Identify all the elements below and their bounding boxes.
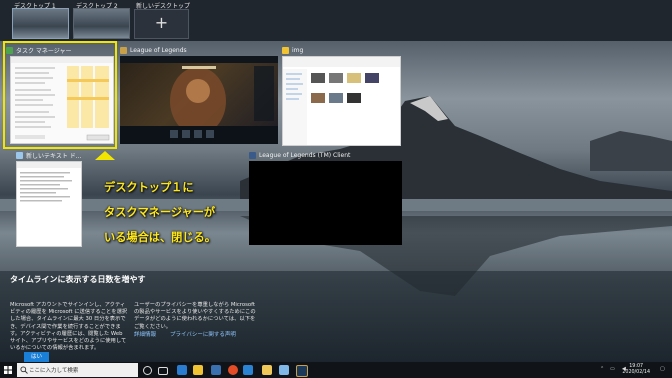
store-icon[interactable] <box>211 365 221 375</box>
notification-icon[interactable]: ▢ <box>660 366 665 372</box>
edge-icon[interactable] <box>177 365 187 375</box>
league-client-preview <box>249 161 402 245</box>
taskbar-search-box[interactable]: ここに入力して検索 <box>17 363 138 377</box>
folder-app-icon[interactable] <box>262 365 272 375</box>
notepad-icon <box>16 151 23 159</box>
arrow-up-icon <box>95 151 115 160</box>
notepad-content <box>17 162 81 202</box>
explorer-window[interactable]: img <box>282 45 401 146</box>
timeline-heading: タイムラインに表示する日数を増やす <box>10 275 146 284</box>
notepad-window[interactable]: 新しいテキスト ド... <box>16 150 82 247</box>
tray-chevron-icon[interactable]: ⌃ <box>600 366 604 372</box>
callout-line-1: デスクトップ１に <box>104 181 194 194</box>
task-view-icon[interactable] <box>158 367 168 375</box>
league-app-icon <box>120 46 127 54</box>
explorer-title: img <box>292 46 304 54</box>
chrome-icon[interactable] <box>228 365 238 375</box>
desktop-2-thumbnail[interactable] <box>73 8 130 39</box>
new-desktop-button[interactable]: + <box>134 9 189 39</box>
league-content <box>120 56 278 144</box>
task-manager-highlight <box>3 41 117 149</box>
notepad-taskbar-icon[interactable] <box>279 365 289 375</box>
clock-date: 2020/02/14 <box>622 370 650 375</box>
callout-line-2: タスクマネージャーが <box>104 206 216 219</box>
taskbar: ここに入力して検索 ⌃ ▭ ◀ 19:07 2020/02/14 ▢ <box>0 362 672 378</box>
search-icon <box>20 366 28 374</box>
learn-more-link[interactable]: 詳細情報 <box>134 330 156 338</box>
desktop-1-thumbnail[interactable] <box>12 8 69 39</box>
league-title: League of Legends <box>130 46 187 54</box>
folder-icon <box>282 46 289 54</box>
file-explorer-icon[interactable] <box>193 365 203 375</box>
desktop-switcher-bar: デスクトップ 1 デスクトップ 2 新しいデスクトップ + <box>0 0 672 41</box>
league-preview <box>120 56 278 144</box>
privacy-statement-link[interactable]: プライバシーに関する声明 <box>170 330 236 338</box>
league-client-title: League of Legends (TM) Client <box>259 151 351 159</box>
cortana-icon[interactable] <box>143 366 152 375</box>
explorer-content <box>283 57 400 145</box>
search-placeholder: ここに入力して検索 <box>29 368 79 374</box>
league-taskbar-icon[interactable] <box>296 365 308 377</box>
annotation-callout: デスクトップ１に タスクマネージャーが いる場合は、閉じる。 <box>104 175 246 250</box>
windows-start-icon[interactable] <box>0 362 16 378</box>
notepad-title: 新しいテキスト ド... <box>26 152 82 160</box>
league-client-window[interactable]: League of Legends (TM) Client <box>249 150 402 245</box>
network-icon[interactable]: ▭ <box>610 366 615 372</box>
notepad-preview <box>16 161 82 247</box>
timeline-body-left: Microsoft アカウントでサインインし、アクティビティの履歴を Micro… <box>10 302 128 352</box>
mail-icon[interactable] <box>243 365 253 375</box>
league-window[interactable]: League of Legends <box>120 45 278 145</box>
system-clock[interactable]: 19:07 2020/02/14 <box>622 364 650 376</box>
league-client-icon <box>249 151 256 159</box>
callout-line-3: いる場合は、閉じる。 <box>104 231 216 244</box>
explorer-preview <box>282 56 401 146</box>
timeline-body-right: ユーザーのプライバシーを尊重しながら Microsoft の製品やサービスをより… <box>134 302 256 330</box>
plus-icon: + <box>154 13 169 32</box>
